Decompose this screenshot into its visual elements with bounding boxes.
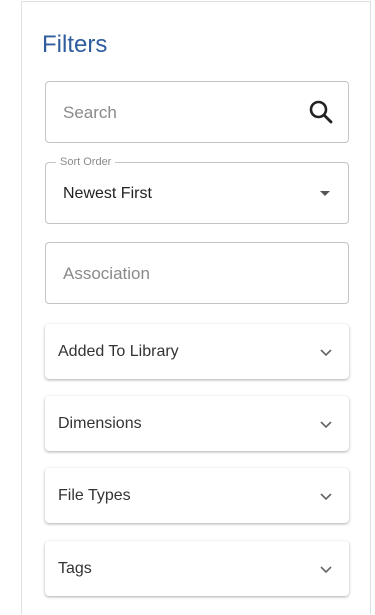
filters-title: Filters (42, 31, 108, 58)
chevron-down-icon[interactable] (319, 348, 333, 357)
accordion-added-to-library[interactable]: Added To Library (45, 324, 349, 379)
filters-panel: Filters Search Sort Order Newest First A… (21, 1, 371, 614)
accordion-tags[interactable]: Tags (45, 541, 349, 596)
association-placeholder: Association (63, 264, 150, 283)
search-icon[interactable] (308, 99, 334, 125)
sort-order-select[interactable]: Sort Order Newest First (45, 155, 349, 224)
caret-down-icon[interactable] (320, 191, 330, 196)
accordion-label: Added To Library (58, 343, 179, 360)
accordion-label: Dimensions (58, 415, 142, 432)
accordion-file-types[interactable]: File Types (45, 468, 349, 523)
sort-order-value: Newest First (63, 185, 152, 202)
accordion-label: File Types (58, 487, 131, 504)
sort-order-label: Sort Order (56, 155, 116, 169)
chevron-down-icon[interactable] (319, 492, 333, 501)
chevron-down-icon[interactable] (319, 565, 333, 574)
association-input[interactable]: Association (45, 242, 349, 304)
accordion-label: Tags (58, 560, 92, 577)
search-input[interactable]: Search (45, 81, 349, 143)
search-placeholder: Search (63, 103, 117, 122)
chevron-down-icon[interactable] (319, 420, 333, 429)
accordion-dimensions[interactable]: Dimensions (45, 396, 349, 451)
